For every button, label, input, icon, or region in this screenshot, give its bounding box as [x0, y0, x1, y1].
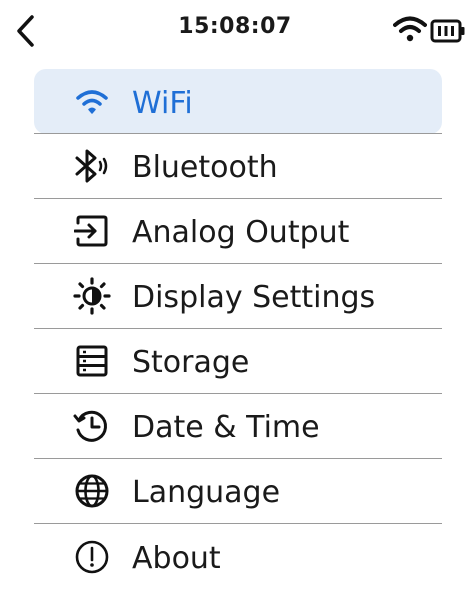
- menu-item-about[interactable]: About: [34, 524, 442, 589]
- settings-menu: WiFi Bluetooth Analog Output Display Set…: [34, 69, 442, 589]
- menu-item-label: Bluetooth: [132, 149, 278, 185]
- menu-item-label: WiFi: [132, 85, 193, 121]
- menu-item-date-time[interactable]: Date & Time: [34, 394, 442, 459]
- status-bar: 15:08:07: [0, 0, 470, 60]
- globe-icon: [72, 471, 112, 511]
- wifi-icon: [72, 82, 112, 122]
- info-icon: [72, 537, 112, 577]
- menu-item-label: Storage: [132, 344, 250, 380]
- clock-icon: [72, 406, 112, 446]
- wifi-icon: [393, 16, 427, 42]
- menu-item-label: Analog Output: [132, 214, 350, 250]
- battery-icon: [430, 19, 465, 43]
- menu-item-label: Display Settings: [132, 279, 376, 315]
- menu-item-display-settings[interactable]: Display Settings: [34, 264, 442, 329]
- menu-item-analog-output[interactable]: Analog Output: [34, 199, 442, 264]
- menu-item-label: Language: [132, 474, 281, 510]
- menu-item-label: About: [132, 540, 221, 576]
- brightness-icon: [72, 276, 112, 316]
- menu-item-bluetooth[interactable]: Bluetooth: [34, 134, 442, 199]
- storage-icon: [72, 341, 112, 381]
- menu-item-label: Date & Time: [132, 409, 320, 445]
- menu-item-language[interactable]: Language: [34, 459, 442, 524]
- menu-item-storage[interactable]: Storage: [34, 329, 442, 394]
- menu-item-wifi[interactable]: WiFi: [34, 69, 442, 134]
- output-icon: [72, 211, 112, 251]
- bluetooth-icon: [72, 146, 112, 186]
